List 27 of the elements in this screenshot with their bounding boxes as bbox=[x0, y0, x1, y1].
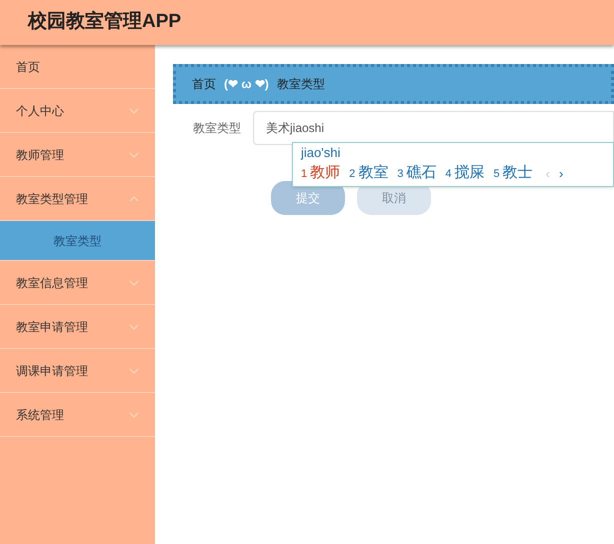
sidebar-item[interactable]: 系统管理 bbox=[0, 393, 155, 437]
ime-candidate[interactable]: 5 教士 bbox=[494, 163, 533, 184]
sidebar-item[interactable]: 教室信息管理 bbox=[0, 261, 155, 305]
breadcrumb-separator: (❤ ω ❤) bbox=[224, 76, 269, 93]
ime-next-button[interactable]: › bbox=[558, 164, 564, 184]
chevron-icon bbox=[129, 324, 139, 330]
ime-composition: jiao'shi bbox=[301, 144, 342, 162]
ime-candidate[interactable]: 2 教室 bbox=[349, 163, 388, 184]
field-label: 教室类型 bbox=[193, 120, 241, 137]
breadcrumb-home[interactable]: 首页 bbox=[192, 75, 216, 93]
chevron-icon bbox=[129, 196, 139, 202]
app-title: 校园教室管理APP bbox=[28, 10, 182, 34]
sidebar-item[interactable]: 调课申请管理 bbox=[0, 349, 155, 393]
ime-candidate[interactable]: 4 搅屎 bbox=[445, 163, 484, 184]
sidebar-item[interactable]: 教室申请管理 bbox=[0, 305, 155, 349]
chevron-icon bbox=[129, 412, 139, 418]
ime-candidate[interactable]: 3 礁石 bbox=[397, 163, 436, 184]
breadcrumb-current: 教室类型 bbox=[276, 76, 325, 93]
chevron-icon bbox=[129, 108, 139, 114]
chevron-icon bbox=[129, 280, 139, 286]
ime-candidate[interactable]: 1 教师 bbox=[301, 163, 340, 184]
sidebar-item[interactable]: 个人中心 bbox=[0, 89, 155, 133]
chevron-icon bbox=[129, 368, 139, 374]
sidebar-item[interactable]: 首页 bbox=[0, 45, 155, 89]
sidebar-item[interactable]: 教师管理 bbox=[0, 133, 155, 177]
sidebar-subitem[interactable]: 教室类型 bbox=[0, 221, 155, 261]
chevron-icon bbox=[129, 152, 139, 158]
